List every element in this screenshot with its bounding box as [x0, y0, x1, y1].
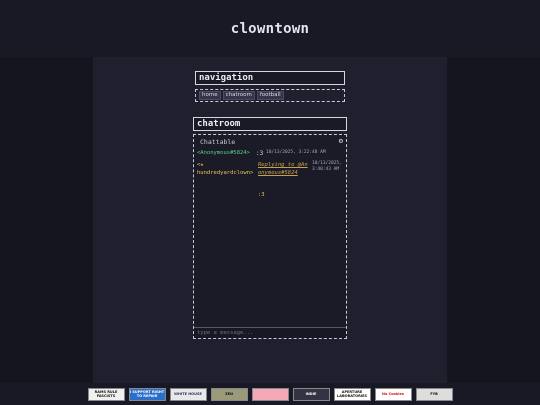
message-username[interactable]: <★ hundredyardclown>: [197, 161, 255, 177]
badge-button[interactable]: [251, 387, 289, 401]
footer-badges: RAMS RULE FASCISTS I SUPPORT RIGHT TO RE…: [0, 383, 540, 405]
navigation-heading: navigation: [195, 71, 345, 85]
badge-button[interactable]: APERTURE LABORATORIES: [333, 387, 371, 401]
badge-button[interactable]: FYB: [415, 387, 453, 401]
site-title: clowntown: [230, 20, 310, 37]
nav-link-home[interactable]: home: [199, 91, 221, 100]
message-text: :3: [256, 150, 264, 157]
message-username[interactable]: <Anonymous#5824>: [197, 150, 250, 156]
reply-link[interactable]: Replying to @Anonymous#5824: [258, 161, 310, 177]
badge-button[interactable]: I SUPPORT RIGHT TO REPAIR: [128, 387, 166, 401]
message-timestamp: 10/13/2025, 3:40:43 AM: [312, 161, 342, 172]
message-text: :3: [258, 192, 265, 198]
gear-icon[interactable]: ⚙: [339, 137, 343, 145]
badge-button[interactable]: WHITE HOUSE: [169, 387, 207, 401]
badge-button[interactable]: RAMS RULE FASCISTS: [87, 387, 125, 401]
badge-button[interactable]: No Cookies: [374, 387, 412, 401]
nav-link-chatroom[interactable]: chatroom: [222, 91, 255, 100]
badge-button[interactable]: INDIE: [292, 387, 330, 401]
badge-button[interactable]: ZEN: [210, 387, 248, 401]
chatroom-heading: chatroom: [193, 117, 347, 131]
message-timestamp: 10/13/2025, 3:22:48 AM: [266, 150, 326, 155]
chat-widget: Chattable ⚙ <Anonymous#5824> :3 10/13/20…: [193, 134, 347, 339]
chat-widget-title: Chattable: [200, 138, 236, 146]
message-input[interactable]: [194, 327, 346, 338]
navigation-bar: home chatroom football: [195, 89, 345, 102]
nav-link-football[interactable]: football: [256, 91, 284, 100]
site-header: clowntown: [0, 0, 540, 57]
